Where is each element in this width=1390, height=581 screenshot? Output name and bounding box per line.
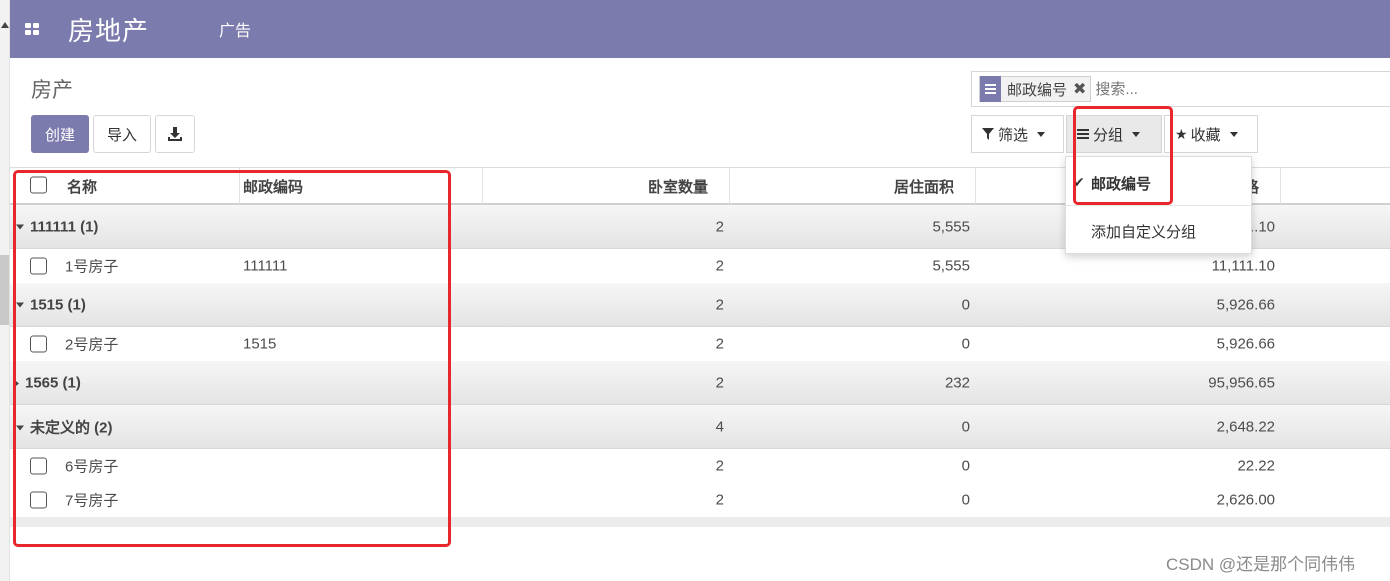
breadcrumb: 房产 (31, 79, 73, 102)
cell-name: 7号房子 (65, 492, 119, 510)
import-button[interactable]: 导入 (93, 115, 151, 153)
top-navbar: 房地产 广告 (10, 0, 1390, 58)
star-icon: ★ (1175, 125, 1188, 142)
search-input[interactable] (1095, 80, 1296, 98)
caret-down-icon (16, 224, 24, 230)
groupby-option-label: 邮政编号 (1091, 176, 1152, 193)
facet-label: 邮政编号 (1007, 81, 1068, 99)
group-area: 5,555 (932, 218, 970, 235)
cell-zip: 111111 (243, 257, 288, 275)
group-price: 5,926.66 (1216, 296, 1275, 313)
caret-down-icon (16, 425, 24, 431)
row-checkbox[interactable] (30, 257, 47, 275)
group-row[interactable]: 1515 (1) 2 0 5,926.66 (10, 283, 1390, 327)
group-label: 1515 (1) (30, 296, 86, 313)
group-label: 未定义的 (2) (30, 419, 113, 436)
check-icon: ✔ (1073, 174, 1085, 190)
group-area: 0 (961, 418, 970, 435)
group-row[interactable]: 未定义的 (2) 4 0 2,648.22 (10, 405, 1390, 449)
export-button[interactable] (155, 115, 195, 153)
menu-item-ads[interactable]: 广告 (219, 17, 251, 41)
scroll-up-arrow-icon[interactable] (1, 22, 9, 28)
group-row[interactable]: 1565 (1) 2 232 95,956.65 (10, 361, 1390, 405)
row-checkbox[interactable] (30, 491, 47, 509)
filter-button[interactable]: 筛选 (971, 115, 1064, 153)
column-header-name[interactable]: 名称 (67, 176, 97, 197)
dropdown-divider (1066, 205, 1251, 206)
cell-zip: 1515 (243, 335, 277, 353)
filter-icon (982, 128, 994, 140)
group-label: 1565 (1) (25, 374, 81, 391)
table-footer (10, 517, 1390, 527)
cell-bedrooms: 2 (715, 491, 724, 509)
caret-down-icon (1037, 131, 1046, 137)
caret-down-icon (16, 302, 24, 308)
group-label: 111111 (1) (30, 218, 99, 235)
cell-name: 1号房子 (65, 258, 119, 276)
cell-price: 22.22 (1237, 457, 1275, 475)
filter-label: 筛选 (998, 126, 1029, 144)
cell-area: 5,555 (932, 257, 970, 275)
cell-area: 0 (961, 457, 970, 475)
group-by-label: 分组 (1093, 126, 1124, 144)
remove-icon[interactable]: ✖ (1073, 79, 1090, 99)
group-area: 0 (961, 296, 970, 313)
cell-price: 11,111.10 (1211, 257, 1275, 275)
group-area: 232 (944, 374, 970, 391)
caret-right-icon (14, 379, 19, 388)
add-custom-group-label: 添加自定义分组 (1091, 224, 1197, 241)
caret-down-icon (1132, 131, 1141, 137)
column-header-zip[interactable]: 邮政编码 (243, 176, 303, 197)
cell-area: 0 (961, 491, 970, 509)
select-all-checkbox[interactable] (30, 176, 47, 194)
group-bedrooms: 2 (715, 374, 724, 391)
group-price: 2,648.22 (1216, 418, 1275, 435)
row-checkbox[interactable] (30, 335, 47, 353)
cell-name: 2号房子 (65, 336, 119, 354)
favorites-label: 收藏 (1190, 126, 1221, 144)
table-row[interactable]: 6号房子 2 0 22.22 (10, 449, 1390, 484)
group-bedrooms: 2 (715, 296, 724, 313)
cell-price: 5,926.66 (1216, 335, 1275, 353)
group-by-dropdown: ✔ 邮政编号 添加自定义分组 (1065, 156, 1252, 254)
favorites-button[interactable]: ★ 收藏 (1164, 115, 1258, 153)
cell-bedrooms: 2 (715, 257, 724, 275)
group-bedrooms: 2 (715, 218, 724, 235)
table-row[interactable]: 1号房子 111111 2 5,555 11,111.10 (10, 249, 1390, 284)
create-button[interactable]: 创建 (31, 115, 89, 153)
table-row[interactable]: 7号房子 2 0 2,626.00 (10, 483, 1390, 518)
column-header-bedrooms[interactable]: 卧室数量 (648, 176, 708, 197)
apps-icon[interactable] (12, 0, 52, 58)
cell-name: 6号房子 (65, 458, 119, 476)
row-checkbox[interactable] (30, 457, 47, 475)
cell-bedrooms: 2 (715, 335, 724, 353)
group-by-facet-icon (980, 76, 1001, 102)
search-bar[interactable]: 邮政编号 ✖ (971, 71, 1390, 107)
download-icon (168, 127, 182, 141)
group-price: 95,956.65 (1208, 374, 1275, 391)
watermark: CSDN @还是那个同伟伟 (1166, 555, 1356, 574)
scroll-thumb[interactable] (0, 255, 9, 325)
cell-area: 0 (961, 335, 970, 353)
bars-icon (1077, 129, 1089, 139)
group-bedrooms: 4 (715, 418, 724, 435)
group-by-button[interactable]: 分组 (1066, 115, 1162, 153)
table-row[interactable]: 2号房子 1515 2 0 5,926.66 (10, 327, 1390, 362)
left-scrollbar[interactable] (0, 0, 10, 581)
app-brand[interactable]: 房地产 (68, 11, 149, 48)
caret-down-icon (1229, 131, 1238, 137)
cell-bedrooms: 2 (715, 457, 724, 475)
search-facet[interactable]: 邮政编号 ✖ (979, 76, 1092, 102)
cell-price: 2,626.00 (1216, 491, 1275, 509)
column-header-living-area[interactable]: 居住面积 (894, 176, 954, 197)
